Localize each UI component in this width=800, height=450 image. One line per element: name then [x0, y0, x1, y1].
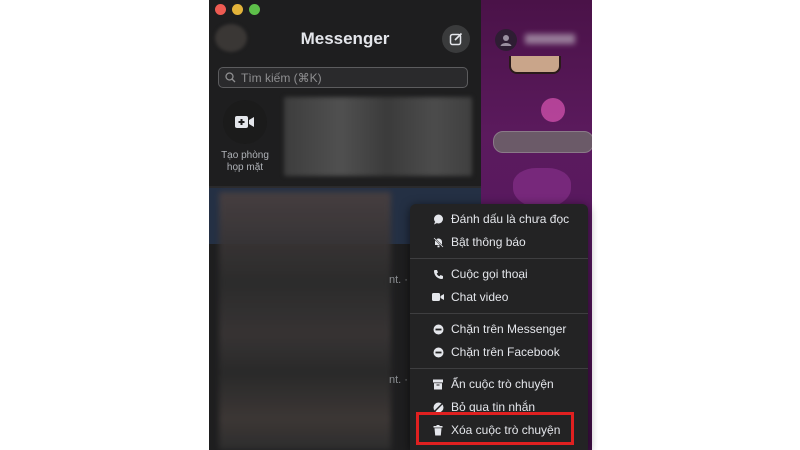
menu-item-label: Chat video: [451, 290, 509, 304]
conversation-name: [525, 34, 575, 44]
sticker-image: [509, 56, 561, 74]
compose-icon: [449, 32, 463, 46]
menu-item-label: Ẩn cuộc trò chuyện: [451, 377, 554, 391]
menu-divider: [410, 313, 588, 314]
mark-unread-menu-item[interactable]: Đánh dấu là chưa đọc: [410, 208, 588, 230]
menu-divider: [410, 258, 588, 259]
video-add-icon: [235, 116, 254, 128]
message-preview: nt. ·: [389, 274, 408, 286]
unmute-notifications-menu-item[interactable]: Bật thông báo: [410, 231, 588, 253]
user-icon: [500, 35, 512, 46]
blurred-conversations: [219, 192, 391, 450]
menu-item-label: Cuộc gọi thoại: [451, 267, 528, 281]
menu-item-label: Chặn trên Facebook: [451, 345, 560, 359]
close-window-button[interactable]: [215, 4, 226, 15]
window-controls: [215, 4, 260, 15]
block-facebook-menu-item[interactable]: Chặn trên Facebook: [410, 341, 588, 363]
block-icon: [432, 346, 444, 358]
phone-icon: [432, 268, 444, 280]
video-camera-icon: [432, 291, 444, 303]
new-message-button[interactable]: [442, 25, 470, 53]
menu-divider: [410, 368, 588, 369]
search-placeholder: Tìm kiếm (⌘K): [241, 70, 322, 85]
menu-item-label: Bật thông báo: [451, 235, 526, 249]
minimize-window-button[interactable]: [232, 4, 243, 15]
create-room-label-line2: họp mặt: [226, 162, 264, 173]
message-preview: nt. ·: [389, 374, 408, 386]
hide-conversation-menu-item[interactable]: Ẩn cuộc trò chuyện: [410, 373, 588, 395]
search-input[interactable]: Tìm kiếm (⌘K): [218, 67, 468, 88]
heart-decoration: [541, 98, 565, 122]
create-room-label: Tạo phòng họp mặt: [217, 150, 273, 174]
menu-item-label: Chặn trên Messenger: [451, 322, 567, 336]
bell-muted-icon: [432, 236, 444, 248]
chat-bubble-icon: [432, 213, 444, 225]
page-title: Messenger: [300, 29, 390, 48]
maximize-window-button[interactable]: [249, 4, 260, 15]
conversation-avatar[interactable]: [495, 29, 517, 51]
highlight-annotation: [416, 412, 574, 445]
block-messenger-menu-item[interactable]: Chặn trên Messenger: [410, 318, 588, 340]
menu-item-label: Đánh dấu là chưa đọc: [451, 212, 570, 226]
room-circle: [223, 100, 267, 144]
video-chat-menu-item[interactable]: Chat video: [410, 286, 588, 308]
block-icon: [432, 323, 444, 335]
heart-decoration: [513, 168, 571, 208]
voice-call-menu-item[interactable]: Cuộc gọi thoại: [410, 263, 588, 285]
create-room-label-line1: Tạo phòng: [221, 150, 269, 161]
create-room-button[interactable]: Tạo phòng họp mặt: [219, 100, 271, 174]
message-bubble: [493, 131, 592, 153]
active-contacts-strip[interactable]: [284, 97, 472, 176]
search-icon: [225, 72, 236, 83]
archive-icon: [432, 378, 444, 390]
